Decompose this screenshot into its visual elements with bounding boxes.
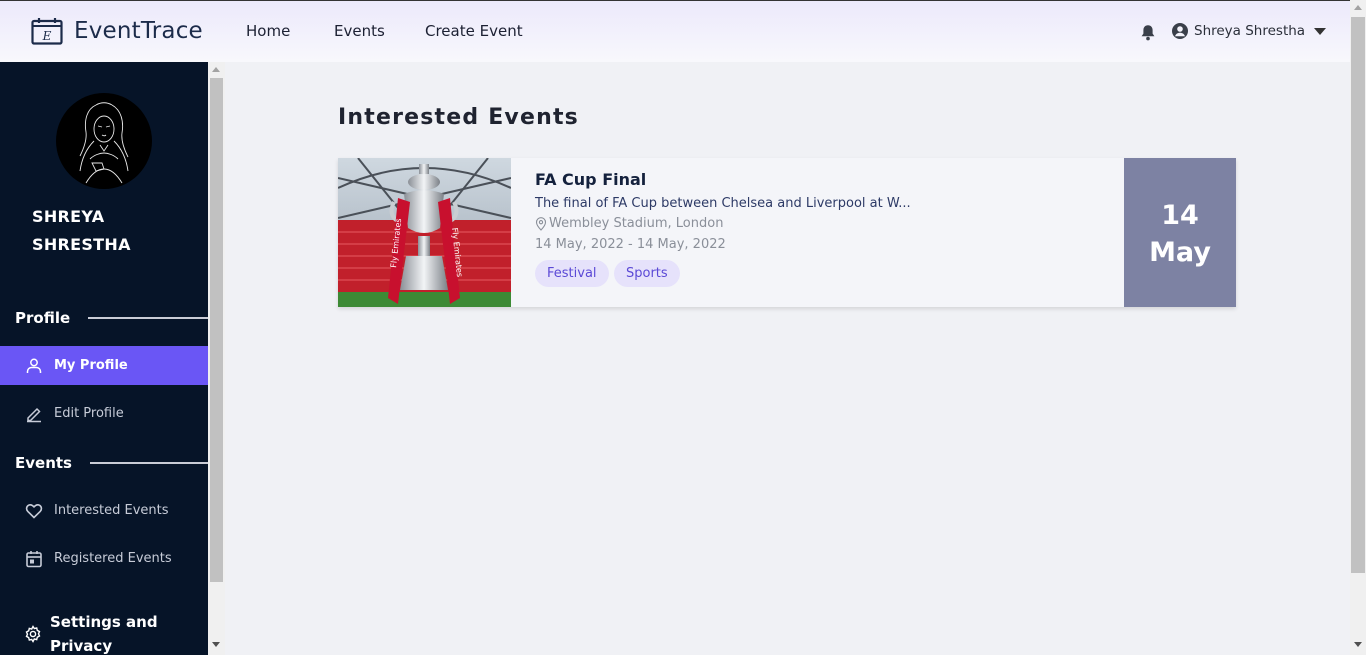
scroll-down-arrow-icon[interactable]	[1354, 642, 1362, 647]
user-icon	[26, 358, 42, 373]
calendar-icon	[26, 550, 42, 567]
calendar-logo-icon: E	[31, 18, 63, 45]
nav-create-event[interactable]: Create Event	[425, 22, 523, 40]
event-date-range: 14 May, 2022 - 14 May, 2022	[535, 237, 726, 252]
svg-text:E: E	[42, 29, 52, 43]
event-month: May	[1149, 237, 1211, 268]
tag-festival[interactable]: Festival	[535, 260, 609, 287]
tag-sports[interactable]: Sports	[614, 260, 680, 287]
event-title[interactable]: FA Cup Final	[535, 170, 646, 189]
avatar	[56, 93, 152, 189]
avatar-sketch-image	[79, 102, 129, 184]
event-description: The final of FA Cup between Chelsea and …	[535, 196, 911, 211]
bell-icon[interactable]	[1140, 24, 1156, 41]
sidebar-item-label: Registered Events	[54, 551, 172, 566]
nav-home[interactable]: Home	[246, 22, 290, 40]
page-scrollbar-thumb[interactable]	[1351, 17, 1365, 573]
section-heading-profile: Profile	[15, 309, 208, 327]
gear-icon	[25, 625, 41, 643]
brand[interactable]: E EventTrace	[31, 17, 203, 45]
sidebar-scrollbar-thumb[interactable]	[210, 78, 223, 582]
page-title: Interested Events	[338, 105, 579, 130]
section-heading-events: Events	[15, 454, 208, 472]
event-card[interactable]: Fly Emirates Fly Emirates FA Cup Final T…	[338, 158, 1236, 307]
scroll-up-arrow-icon[interactable]	[212, 67, 220, 72]
heart-icon	[25, 503, 43, 519]
event-image: Fly Emirates Fly Emirates	[338, 158, 511, 307]
brand-name: EventTrace	[74, 18, 203, 44]
location-pin-icon	[535, 216, 547, 231]
scroll-up-arrow-icon[interactable]	[1354, 5, 1362, 10]
sidebar-item-label: Interested Events	[54, 503, 169, 518]
section-label: Events	[15, 454, 72, 472]
chevron-down-icon[interactable]	[1314, 27, 1327, 35]
pencil-icon	[27, 407, 41, 422]
sidebar-item-interested-events[interactable]: Interested Events	[0, 491, 208, 530]
user-circle-icon	[1172, 23, 1188, 39]
nav-events[interactable]: Events	[334, 22, 385, 40]
sidebar-item-label: My Profile	[54, 358, 128, 373]
event-location-text: Wembley Stadium, London	[549, 216, 724, 231]
sidebar: SHREYA SHRESTHA Profile My Profile Edit …	[0, 62, 208, 655]
user-menu[interactable]: Shreya Shrestha	[1172, 23, 1327, 39]
divider	[89, 462, 208, 464]
sidebar-item-registered-events[interactable]: Registered Events	[0, 539, 208, 578]
event-date-badge: 14 May	[1124, 158, 1236, 307]
scroll-down-arrow-icon[interactable]	[212, 642, 220, 647]
event-location: Wembley Stadium, London	[535, 216, 723, 231]
top-navbar: E EventTrace Home Events Create Event Sh…	[0, 0, 1350, 62]
sidebar-item-settings[interactable]: Settings and Privacy	[24, 610, 160, 655]
sidebar-item-label: Settings and Privacy	[50, 613, 158, 655]
sidebar-item-edit-profile[interactable]: Edit Profile	[0, 394, 208, 433]
profile-name: SHREYA SHRESTHA	[32, 207, 131, 254]
user-name: Shreya Shrestha	[1194, 23, 1306, 39]
section-label: Profile	[15, 309, 71, 327]
sidebar-item-label: Edit Profile	[54, 406, 124, 421]
divider	[88, 317, 208, 319]
event-day: 14	[1161, 200, 1199, 231]
sidebar-item-my-profile[interactable]: My Profile	[0, 346, 208, 385]
